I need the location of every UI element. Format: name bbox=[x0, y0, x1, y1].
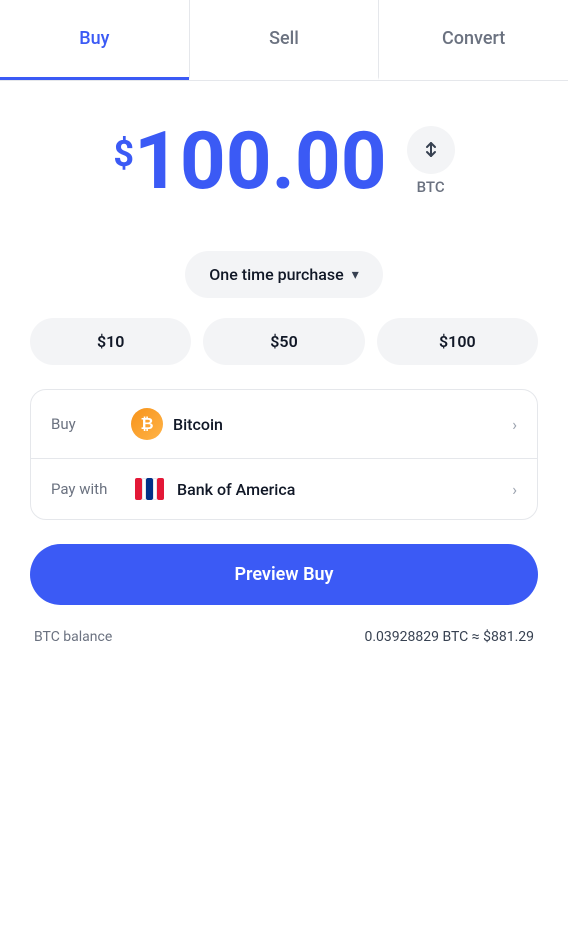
tab-convert[interactable]: Convert bbox=[379, 0, 568, 80]
buy-asset-row[interactable]: Buy ₿ Bitcoin › bbox=[31, 390, 537, 459]
currency-symbol: $ bbox=[113, 133, 134, 175]
pay-with-row[interactable]: Pay with Bank of America › bbox=[31, 459, 537, 519]
denomination-label: BTC bbox=[417, 178, 445, 196]
buy-chevron-right-icon: › bbox=[512, 415, 517, 434]
chevron-down-icon: ▾ bbox=[352, 267, 359, 283]
purchase-type-dropdown[interactable]: One time purchase ▾ bbox=[185, 251, 382, 298]
tab-bar: Buy Sell Convert bbox=[0, 0, 568, 81]
quick-amount-10[interactable]: $10 bbox=[30, 318, 191, 365]
swap-currency-button[interactable] bbox=[407, 126, 455, 174]
balance-row: BTC balance 0.03928829 BTC ≈ $881.29 bbox=[30, 629, 538, 645]
amount-display: $ 100.00 bbox=[113, 121, 386, 201]
amount-value: 100.00 bbox=[134, 121, 387, 201]
balance-value: 0.03928829 BTC ≈ $881.29 bbox=[364, 629, 534, 645]
tab-sell[interactable]: Sell bbox=[189, 0, 380, 80]
quick-amount-50[interactable]: $50 bbox=[203, 318, 364, 365]
bitcoin-icon: ₿ bbox=[131, 408, 163, 440]
quick-amounts: $10 $50 $100 bbox=[30, 318, 538, 365]
pay-chevron-right-icon: › bbox=[512, 480, 517, 499]
preview-buy-button[interactable]: Preview Buy bbox=[30, 544, 538, 605]
quick-amount-100[interactable]: $100 bbox=[377, 318, 538, 365]
main-content: $ 100.00 BTC One time purchase ▾ $10 bbox=[0, 81, 568, 675]
bank-of-america-logo bbox=[131, 477, 167, 501]
transaction-card: Buy ₿ Bitcoin › Pay with bbox=[30, 389, 538, 520]
payment-name: Bank of America bbox=[177, 480, 295, 499]
swap-button-container: BTC bbox=[407, 126, 455, 196]
buy-row-label: Buy bbox=[51, 415, 131, 433]
swap-arrows-icon bbox=[420, 139, 442, 161]
pay-row-content: Bank of America bbox=[131, 477, 512, 501]
amount-section: $ 100.00 BTC bbox=[30, 121, 538, 201]
asset-name: Bitcoin bbox=[173, 415, 223, 434]
pay-row-label: Pay with bbox=[51, 480, 131, 498]
balance-label: BTC balance bbox=[34, 629, 112, 645]
purchase-type-label: One time purchase bbox=[209, 265, 343, 284]
buy-row-content: ₿ Bitcoin bbox=[131, 408, 512, 440]
tab-buy[interactable]: Buy bbox=[0, 0, 189, 80]
